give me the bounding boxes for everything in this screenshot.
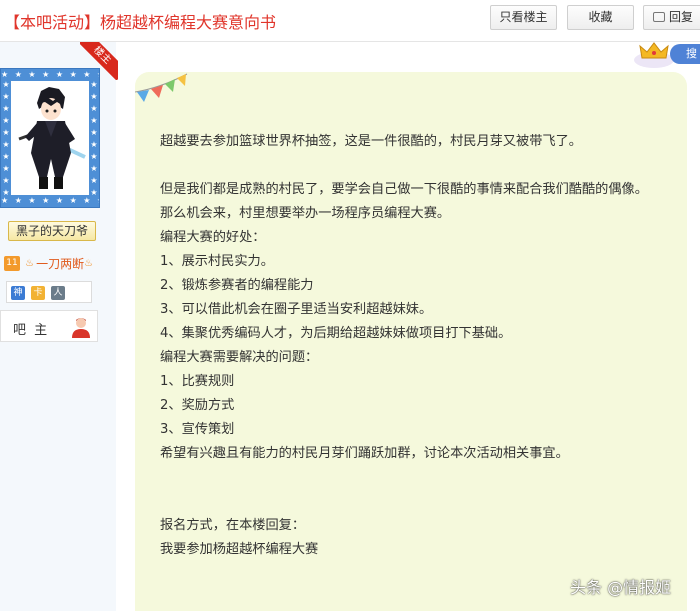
- role-label: 吧 主: [13, 323, 50, 338]
- reply-label: 回复: [669, 10, 694, 24]
- bunting-decoration-icon: [135, 73, 188, 102]
- post-line: 3、可以借此机会在圈子里适当安利超越妹妹。: [160, 302, 433, 317]
- post-content: 超越要去参加篮球世界杯抽签，这是一件很酷的，村民月芽又被带飞了。 但是我们都是成…: [160, 130, 680, 562]
- post-line: 2、锻炼参赛者的编程能力: [160, 278, 314, 293]
- author-sidebar: ★ ★ ★ ★ ★ ★ ★ ★ ★ ★ ★ ★ ★ ★ ★ ★ ★ ★ ★ ★ ★ ★ ★ ★ ★ ★ ★ ★ ★…: [0, 42, 116, 611]
- fire-icon-left: ♨: [25, 258, 35, 269]
- post-line: 2、奖励方式: [160, 398, 235, 413]
- post-spacer: [160, 154, 680, 178]
- op-ribbon: 楼主: [80, 42, 118, 80]
- post-line: 那么机会来，村里想要举办一场程序员编程大赛。: [160, 206, 451, 221]
- favorite-button[interactable]: 收藏: [567, 5, 634, 30]
- post-line: 3、宣传策划: [160, 422, 235, 437]
- post-line: 4、集聚优秀编码人才，为后期给超越妹妹做项目打下基础。: [160, 326, 512, 341]
- watermark: 头条 @情报姬: [570, 578, 672, 597]
- reply-icon: [653, 12, 665, 22]
- avatar-star-border-left: ★ ★ ★ ★ ★ ★ ★ ★ ★ ★: [2, 80, 10, 197]
- badge-god-icon[interactable]: 神: [11, 286, 25, 300]
- post-line: 希望有兴趣且有能力的村民月芽们踊跃加群，讨论本次活动相关事宜。: [160, 446, 569, 461]
- post-line: 1、比赛规则: [160, 374, 235, 389]
- reply-button[interactable]: 回复: [643, 5, 700, 30]
- post-line: 但是我们都是成熟的村民了，要学会自己做一下很酷的事情来配合我们酷酷的偶像。: [160, 182, 648, 197]
- fire-icon-right: ♨: [84, 258, 94, 269]
- post-line: 编程大赛的好处：: [160, 230, 266, 245]
- thread-title: 【本吧活动】杨超越杯编程大赛意向书: [4, 13, 277, 32]
- level-name: 一刀两断: [36, 257, 85, 271]
- level-badge: 11: [4, 256, 20, 271]
- avatar-star-border-bottom: ★ ★ ★ ★ ★ ★ ★ ★ ★ ★: [1, 196, 99, 205]
- crown-icon: [634, 42, 674, 68]
- badge-card-icon[interactable]: 卡: [31, 286, 45, 300]
- post-line: 超越要去参加篮球世界杯抽签，这是一件很酷的，村民月芽又被带飞了。: [160, 134, 582, 149]
- swordsman-figure-icon: [11, 81, 89, 195]
- thread-header: 【本吧活动】杨超越杯编程大赛意向书 只看楼主 收藏 回复: [0, 0, 700, 42]
- avatar-star-border-right: ★ ★ ★ ★ ★ ★ ★ ★ ★ ★: [90, 80, 98, 197]
- only-op-button[interactable]: 只看楼主: [490, 5, 557, 30]
- username[interactable]: 黑子的天刀爷: [8, 221, 96, 241]
- badge-person-icon[interactable]: 人: [51, 286, 65, 300]
- post-line: 报名方式，在本楼回复：: [160, 518, 306, 533]
- level-row: 11 ♨ 一刀两断♨: [4, 253, 94, 271]
- badges-box: 神 卡 人: [6, 281, 92, 303]
- post-line: 编程大赛需要解决的问题：: [160, 350, 319, 365]
- avatar[interactable]: ★ ★ ★ ★ ★ ★ ★ ★ ★ ★ ★ ★ ★ ★ ★ ★ ★ ★ ★ ★ ★ ★ ★ ★ ★ ★ ★ ★ ★…: [0, 68, 100, 208]
- post-line: 1、展示村民实力。: [160, 254, 274, 269]
- post-spacer: [160, 490, 680, 514]
- avatar-image: [11, 81, 89, 195]
- op-tag: 楼主: [80, 42, 118, 80]
- moderator-user-icon: [72, 318, 90, 338]
- search-tab[interactable]: 搜: [670, 44, 700, 64]
- post-line: 我要参加杨超越杯编程大赛: [160, 542, 319, 557]
- post-spacer: [160, 466, 680, 490]
- role-box: 吧 主: [0, 310, 98, 342]
